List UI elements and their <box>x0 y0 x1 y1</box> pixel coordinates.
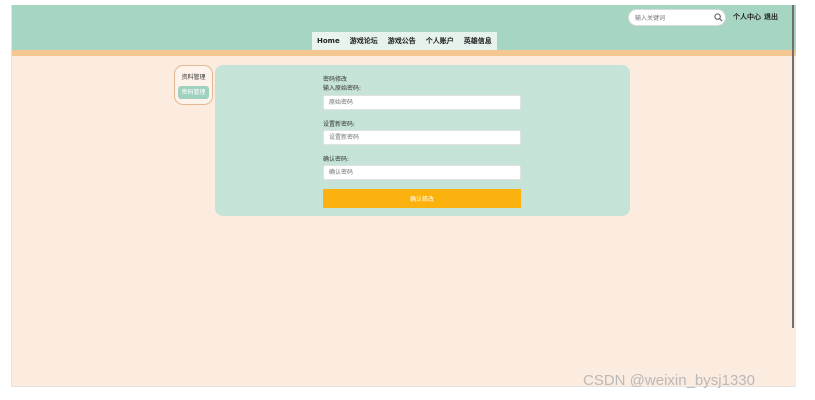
app-window: 个人中心 退出 Home 游戏论坛 游戏公告 个人账户 英雄信息 资料管理 密码… <box>11 5 796 387</box>
password-form-panel: 密码修改 输入原始密码: 设置新密码: 确认密码: 确认修改 <box>215 65 630 216</box>
search-icon[interactable] <box>714 13 723 22</box>
scrollbar[interactable] <box>792 5 794 328</box>
watermark: CSDN @weixin_bysj1330 <box>583 372 755 389</box>
old-password-label: 输入原始密码: <box>323 85 362 92</box>
header-bar: 个人中心 退出 Home 游戏论坛 游戏公告 个人账户 英雄信息 <box>12 5 796 50</box>
header-divider <box>12 50 796 56</box>
confirm-password-label: 确认密码: <box>323 156 350 163</box>
sidebar-item-profile[interactable]: 资料管理 <box>178 71 209 84</box>
confirm-change-button[interactable]: 确认修改 <box>323 189 521 208</box>
old-password-field[interactable] <box>323 95 521 110</box>
sidebar-item-password[interactable]: 密码管理 <box>178 86 209 99</box>
personal-center-link[interactable]: 个人中心 <box>733 12 761 22</box>
nav-item-announcements[interactable]: 游戏公告 <box>383 32 421 50</box>
nav-item-account[interactable]: 个人账户 <box>421 32 459 50</box>
main-nav: Home 游戏论坛 游戏公告 个人账户 英雄信息 <box>312 32 497 50</box>
sidebar: 资料管理 密码管理 <box>174 65 213 105</box>
form-title: 密码修改 <box>323 76 348 83</box>
nav-item-home[interactable]: Home <box>312 32 345 50</box>
nav-item-forum[interactable]: 游戏论坛 <box>345 32 383 50</box>
search-box[interactable] <box>628 9 726 26</box>
search-input[interactable] <box>635 12 707 24</box>
new-password-label: 设置新密码: <box>323 121 356 128</box>
confirm-password-field[interactable] <box>323 165 521 180</box>
logout-link[interactable]: 退出 <box>764 12 778 22</box>
nav-item-heroes[interactable]: 英雄信息 <box>459 32 497 50</box>
new-password-field[interactable] <box>323 130 521 145</box>
